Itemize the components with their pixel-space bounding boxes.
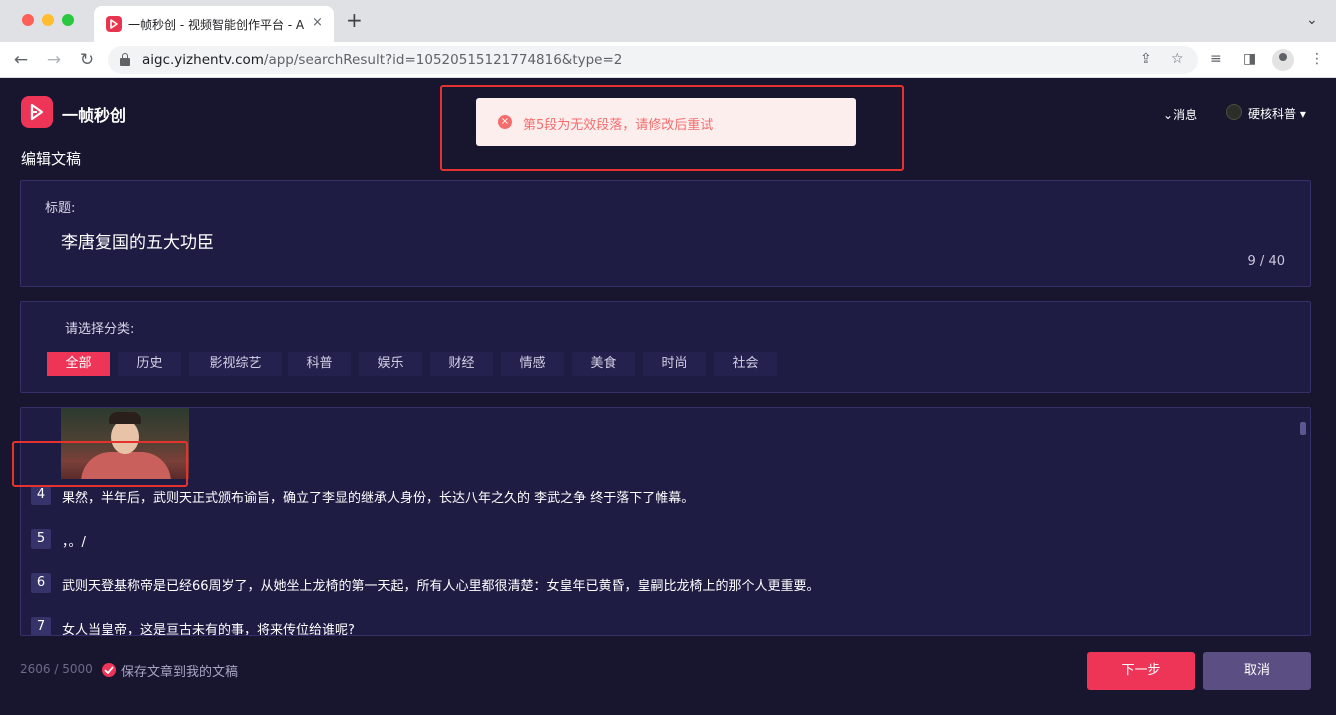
category-panel: 请选择分类: 全部 历史 影视综艺 科普 娱乐 财经 情感 美食 时尚 社会 [20, 301, 1311, 393]
logo-icon[interactable] [21, 96, 53, 128]
favicon-icon [106, 16, 122, 32]
category-food[interactable]: 美食 [572, 352, 635, 376]
maximize-window-button[interactable] [62, 14, 74, 26]
url-text: aigc.yizhentv.com/app/searchResult?id=10… [142, 52, 623, 68]
paragraph-editor[interactable]: 4 果然，半年后，武则天正式颁布谕旨，确立了李显的继承人身份，长达八年之久的 李… [20, 407, 1311, 636]
annotation-box-toast [440, 85, 904, 171]
category-science[interactable]: 科普 [288, 352, 351, 376]
browser-tab[interactable]: 一帧秒创 - 视频智能创作平台 - A × [94, 6, 334, 42]
user-menu[interactable]: 硬核科普 ▾ [1248, 105, 1306, 122]
lock-icon[interactable] [120, 53, 130, 66]
close-window-button[interactable] [22, 14, 34, 26]
tab-search-icon[interactable]: ⌄ [1306, 12, 1318, 28]
category-history[interactable]: 历史 [118, 352, 181, 376]
paragraph-number: 4 [31, 485, 51, 505]
tab-close-icon[interactable]: × [312, 15, 323, 30]
new-tab-button[interactable]: + [346, 10, 363, 30]
category-film-variety[interactable]: 影视综艺 [189, 352, 282, 376]
checkbox-check-icon[interactable] [102, 663, 116, 677]
page-title: 编辑文稿 [21, 150, 82, 168]
category-society[interactable]: 社会 [714, 352, 777, 376]
paragraph-text[interactable]: ，。/ [62, 531, 86, 550]
save-to-drafts-label[interactable]: 保存文章到我的文稿 [121, 661, 238, 680]
sidebar-icon[interactable]: ◨ [1243, 51, 1256, 67]
word-count: 2606 / 5000 [20, 662, 93, 676]
title-label: 标题: [45, 201, 76, 216]
app-root: 一帧秒创 编辑文稿 ⌄消息 硬核科普 ▾ 标题: 李唐复国的五大功臣 9 / 4… [0, 78, 1336, 715]
category-label: 请选择分类: [65, 322, 135, 337]
category-all[interactable]: 全部 [47, 352, 110, 376]
paragraph-text[interactable]: 果然，半年后，武则天正式颁布谕旨，确立了李显的继承人身份，长达八年之久的 李武之… [62, 487, 694, 506]
paragraph-text[interactable]: 武则天登基称帝是已经66周岁了，从她坐上龙椅的第一天起，所有人心里都很清楚：女皇… [62, 575, 820, 594]
tab-title: 一帧秒创 - 视频智能创作平台 - A [128, 18, 305, 32]
next-step-button[interactable]: 下一步 [1087, 652, 1195, 690]
share-icon[interactable]: ⇪ [1140, 51, 1152, 67]
media-icon[interactable]: ≡ [1210, 51, 1222, 67]
messages-link[interactable]: ⌄消息 [1163, 106, 1197, 123]
title-panel: 标题: 李唐复国的五大功臣 9 / 40 [20, 180, 1311, 287]
paragraph-number: 5 [31, 529, 51, 549]
annotation-box-paragraph [12, 441, 188, 487]
reload-icon[interactable]: ↻ [76, 49, 98, 71]
back-arrow-icon[interactable]: ← [10, 49, 32, 71]
paragraph-item: 7 女人当皇帝，这是亘古未有的事，将来传位给谁呢? [31, 617, 1291, 635]
browser-tabstrip: 一帧秒创 - 视频智能创作平台 - A × + ⌄ [0, 0, 1336, 42]
paragraph-number: 6 [31, 573, 51, 593]
chevron-down-icon: ⌄ [1163, 108, 1174, 122]
paragraph-item: 6 武则天登基称帝是已经66周岁了，从她坐上龙椅的第一天起，所有人心里都很清楚：… [31, 573, 1291, 594]
browser-toolbar: ← → ↻ aigc.yizhentv.com/app/searchResult… [0, 42, 1336, 78]
title-char-counter: 9 / 40 [1247, 254, 1285, 269]
more-icon[interactable]: ⋮ [1310, 51, 1324, 67]
profile-icon[interactable] [1272, 49, 1294, 71]
paragraph-item: 5 ，。/ [31, 529, 1291, 550]
caret-down-icon: ▾ [1296, 107, 1306, 121]
address-bar[interactable]: aigc.yizhentv.com/app/searchResult?id=10… [108, 46, 1198, 74]
category-emotion[interactable]: 情感 [501, 352, 564, 376]
avatar[interactable] [1226, 104, 1242, 120]
star-icon[interactable]: ☆ [1171, 51, 1184, 67]
logo-text[interactable]: 一帧秒创 [62, 102, 126, 126]
paragraph-item: 4 果然，半年后，武则天正式颁布谕旨，确立了李显的继承人身份，长达八年之久的 李… [31, 485, 1291, 506]
category-fashion[interactable]: 时尚 [643, 352, 706, 376]
cancel-button[interactable]: 取消 [1203, 652, 1311, 690]
category-entertainment[interactable]: 娱乐 [359, 352, 422, 376]
forward-arrow-icon[interactable]: → [43, 49, 65, 71]
title-input[interactable]: 李唐复国的五大功臣 [61, 228, 214, 253]
paragraph-number: 7 [31, 617, 51, 635]
scrollbar[interactable] [1300, 422, 1306, 435]
category-finance[interactable]: 财经 [430, 352, 493, 376]
paragraph-text[interactable]: 女人当皇帝，这是亘古未有的事，将来传位给谁呢? [62, 619, 355, 635]
minimize-window-button[interactable] [42, 14, 54, 26]
